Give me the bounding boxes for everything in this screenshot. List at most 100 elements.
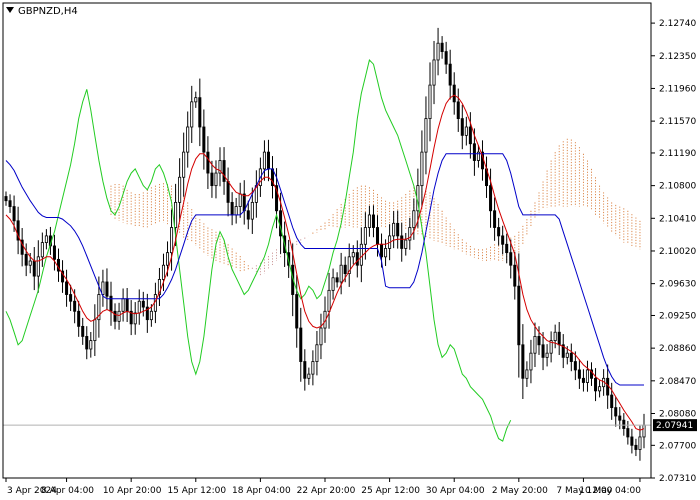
candle-body (493, 210, 497, 228)
candle-body (638, 436, 642, 450)
candle-body (622, 419, 626, 429)
candle-body (585, 369, 589, 383)
price-tick-label: 2.11190 (659, 149, 696, 159)
candle-body (226, 181, 230, 203)
candle-body (634, 444, 638, 450)
candle-body (161, 264, 165, 280)
candle-body (501, 235, 505, 245)
time-tick-label: 10 Apr 20:00 (103, 486, 162, 496)
candle-body (468, 126, 472, 145)
candle-body (307, 373, 311, 379)
candle-body (125, 298, 129, 312)
candle-body (363, 227, 367, 245)
candle-body (371, 214, 375, 228)
candle-body (295, 294, 299, 329)
candle-body (614, 407, 618, 417)
candle-body (545, 352, 549, 358)
price-chart: 2.12740 2.12350 2.11960 2.11570 2.11190 2.108… (0, 0, 700, 500)
candle-body (517, 285, 521, 346)
candle-body (380, 243, 384, 258)
symbol-label: GBPNZD,H4 (18, 6, 78, 17)
price-tick-label: 2.08080 (659, 409, 696, 419)
candle-body (569, 352, 573, 362)
candle-body (412, 210, 416, 228)
candle-body (311, 361, 315, 375)
price-tick-label: 2.11570 (659, 117, 696, 127)
candle-body (565, 352, 569, 358)
candle-body (367, 214, 371, 228)
candle-body (266, 151, 270, 170)
candle-body (24, 253, 28, 266)
time-tick-label: 30 Apr 04:00 (426, 486, 485, 496)
candle-body (202, 126, 206, 153)
candle-body (137, 300, 141, 314)
candle-body (577, 369, 581, 379)
time-tick-label: 15 Apr 12:00 (167, 486, 226, 496)
candle-body (335, 277, 339, 283)
candle-body (52, 245, 56, 260)
candle-body (250, 201, 254, 220)
candle-body (234, 206, 238, 216)
candle-body (472, 143, 476, 161)
candle-body (525, 369, 529, 379)
candle-body (210, 172, 214, 187)
price-tick-label: 2.09630 (659, 280, 696, 290)
candle-body (529, 352, 533, 371)
candle-body (557, 331, 561, 346)
current-price-value: 2.07941 (656, 421, 693, 431)
candle-body (166, 252, 170, 266)
candle-body (404, 239, 408, 249)
candle-body (331, 277, 335, 291)
candle-body (396, 222, 400, 237)
price-tick-label: 2.07700 (659, 441, 696, 451)
price-tick-label: 2.10410 (659, 214, 696, 224)
candle-body (384, 248, 388, 258)
candle-body (497, 227, 501, 237)
price-tick-label: 2.12350 (659, 52, 696, 62)
candle-body (392, 222, 396, 237)
candle-body (113, 310, 117, 322)
candle-body (509, 252, 513, 266)
candle-body (194, 97, 198, 103)
candle-body (182, 151, 186, 178)
candle-body (630, 436, 634, 446)
candle-body (448, 63, 452, 86)
candle-body (12, 206, 16, 222)
candle-body (28, 260, 32, 266)
candle-body (174, 201, 178, 228)
candle-body (214, 172, 218, 187)
candle-body (460, 118, 464, 136)
price-tick-label: 2.10020 (659, 247, 696, 257)
candle-body (537, 336, 541, 346)
time-tick-label: 18 Apr 04:00 (232, 486, 291, 496)
candle-body (206, 151, 210, 174)
candle-body (40, 242, 44, 258)
candle-body (452, 84, 456, 103)
candle-body (36, 256, 40, 277)
price-tick-label: 2.12740 (659, 19, 696, 29)
candle-body (456, 101, 460, 120)
candle-body (81, 325, 85, 337)
candle-body (351, 252, 355, 258)
candle-body (489, 185, 493, 212)
candle-body (69, 294, 73, 302)
candle-body (533, 336, 537, 354)
candle-body (149, 310, 153, 321)
candle-body (32, 260, 36, 277)
candle-body (117, 310, 121, 322)
candle-body (444, 51, 448, 65)
candle-body (77, 310, 81, 327)
candle-body (186, 126, 190, 153)
candle-body (85, 336, 89, 350)
candle-body (553, 331, 557, 342)
candle-body (89, 340, 93, 350)
candle-body (420, 151, 424, 187)
candle-body (190, 101, 194, 128)
candle-body (101, 281, 105, 295)
candle-body (594, 377, 598, 392)
candle-body (198, 97, 202, 128)
candle-body (44, 235, 48, 243)
candle-body (133, 312, 137, 325)
candle-body (505, 243, 509, 254)
candle-body (65, 281, 69, 295)
